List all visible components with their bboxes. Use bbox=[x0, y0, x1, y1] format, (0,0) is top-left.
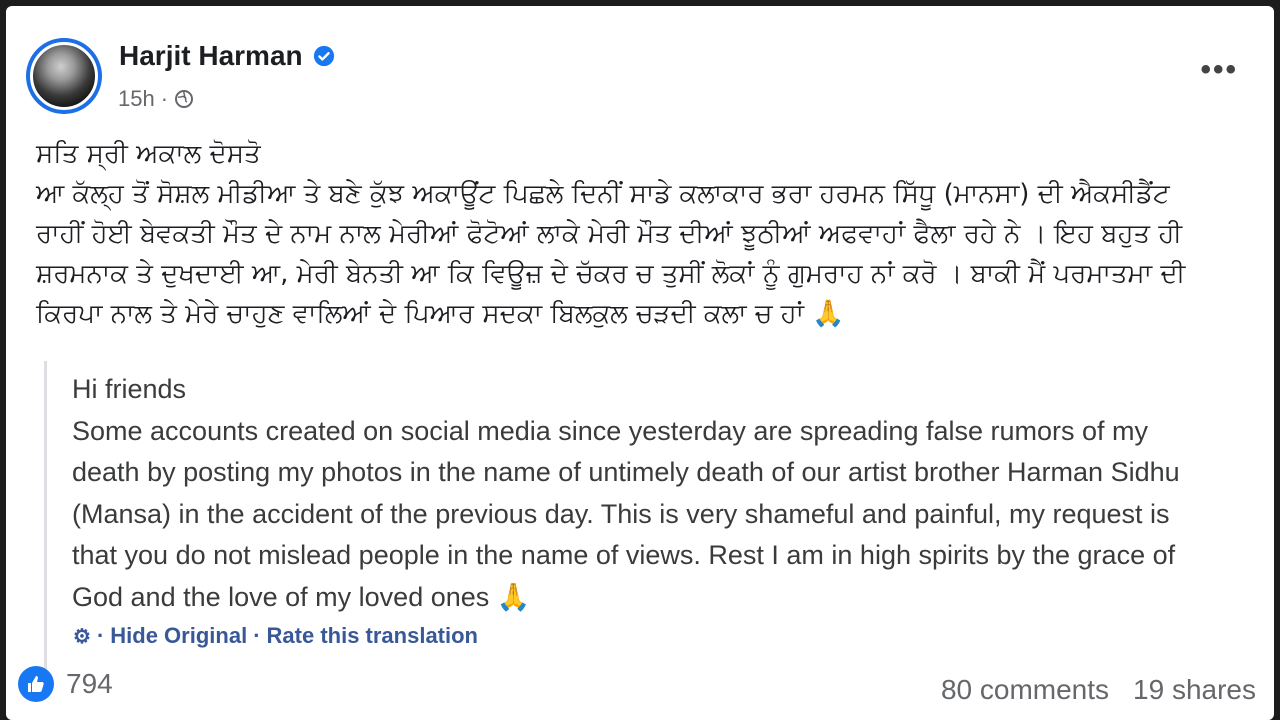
more-options-button[interactable]: ••• bbox=[1200, 55, 1238, 85]
globe-icon bbox=[175, 90, 194, 108]
punjabi-line: ਆ ਕੱਲ੍ਹ ਤੋਂ ਸੋਸ਼ਲ ਮੀਡੀਆ ਤੇ ਬਣੇ ਕੁੱਝ ਅਕਾਊ… bbox=[36, 179, 1170, 209]
author-name[interactable]: Harjit Harman bbox=[119, 40, 303, 72]
translation-line: God and the love of my loved ones 🙏 bbox=[72, 581, 531, 612]
punjabi-line: ਰਾਹੀਂ ਹੋਈ ਬੇਵਕਤੀ ਮੌਤ ਦੇ ਨਾਮ ਨਾਲ ਮੇਰੀਆਂ ਫ… bbox=[36, 219, 1183, 249]
post-card: Harjit Harman 15h · ••• ਸਤਿ ਸ੍ਰੀ ਅਕਾਲ ਦੋ… bbox=[6, 6, 1274, 720]
comments-count[interactable]: 80 comments bbox=[941, 674, 1109, 706]
translation-line: that you do not mislead people in the na… bbox=[72, 540, 1176, 570]
punjabi-line: ਸਤਿ ਸ੍ਰੀ ਅਕਾਲ ਦੋਸਤੋ bbox=[36, 139, 261, 169]
post-time[interactable]: 15h bbox=[118, 86, 155, 112]
post-meta: 15h · bbox=[118, 86, 194, 112]
translation-line: (Mansa) in the accident of the previous … bbox=[72, 498, 1170, 529]
translation-block: Hi friends Some accounts created on soci… bbox=[44, 361, 1247, 673]
punjabi-line: ਸ਼ਰਮਨਾਕ ਤੇ ਦੁਖਦਾਈ ਆ, ਮੇਰੀ ਬੇਨਤੀ ਆ ਕਿ ਵਿਊ… bbox=[36, 259, 1186, 289]
hide-original-link[interactable]: Hide Original bbox=[110, 623, 247, 649]
post-text: ਸਤਿ ਸ੍ਰੀ ਅਕਾਲ ਦੋਸਤੋ ਆ ਕੱਲ੍ਹ ਤੋਂ ਸੋਸ਼ਲ ਮੀ… bbox=[36, 134, 1246, 334]
punjabi-line: ਕਿਰਪਾ ਨਾਲ ਤੇ ਮੇਰੇ ਚਾਹੁਣ ਵਾਲਿਆਂ ਦੇ ਪਿਆਰ ਸ… bbox=[36, 299, 845, 329]
author-header: Harjit Harman bbox=[119, 40, 335, 72]
translation-text: Hi friends Some accounts created on soci… bbox=[72, 369, 1242, 618]
like-icon bbox=[18, 666, 54, 702]
gear-icon[interactable]: ⚙ bbox=[73, 624, 91, 649]
reactions[interactable]: 794 bbox=[18, 666, 113, 702]
translation-links: ⚙ · Hide Original · Rate this translatio… bbox=[73, 623, 478, 649]
verified-icon bbox=[313, 45, 334, 67]
rate-translation-link[interactable]: Rate this translation bbox=[267, 623, 478, 649]
engagement-stats: 80 comments 19 shares bbox=[941, 674, 1256, 706]
translation-line: death by posting my photos in the name o… bbox=[72, 457, 1180, 487]
shares-count[interactable]: 19 shares bbox=[1133, 674, 1256, 706]
avatar[interactable] bbox=[26, 38, 102, 114]
translation-line: Hi friends bbox=[72, 374, 187, 404]
like-count: 794 bbox=[66, 668, 113, 699]
translation-line: Some accounts created on social media si… bbox=[72, 415, 1149, 446]
